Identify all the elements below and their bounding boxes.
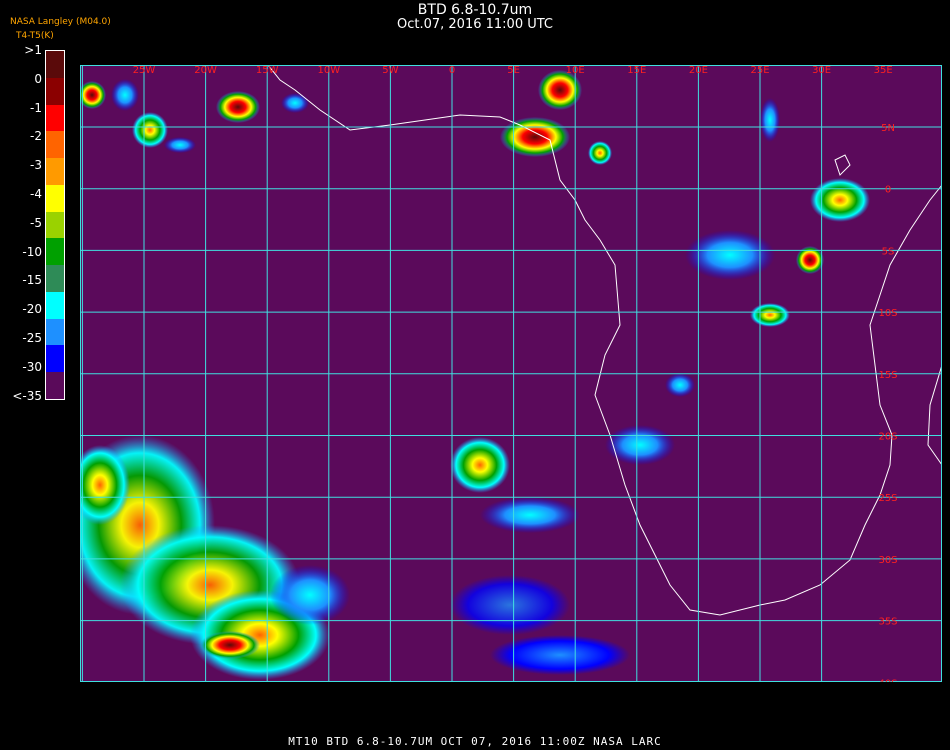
longitude-label: 10W (317, 65, 340, 76)
color-scale-swatch (46, 184, 64, 212)
latitude-label: 40S (878, 678, 897, 682)
units-label: T4-T5(K) (16, 31, 54, 41)
latitude-label: 0 (885, 185, 891, 196)
color-scale-swatch (46, 211, 64, 239)
longitude-label: 5W (382, 65, 398, 76)
color-scale-label: -15 (22, 273, 42, 288)
color-scale-label: -2 (30, 129, 42, 144)
color-scale-label: -3 (30, 158, 42, 173)
longitude-label: 15E (627, 65, 646, 76)
color-scale-swatch (46, 104, 64, 132)
longitude-label: 35E (874, 65, 893, 76)
satellite-map: 25W 20W 15W 10W 5W 0 5E 10E 15E 20E 25E 30E 35E 5N 0 5S… (80, 65, 942, 682)
longitude-label: 10E (566, 65, 585, 76)
color-scale-swatch (46, 318, 64, 346)
color-scale-swatch (46, 291, 64, 319)
credit-label: NASA Langley (M04.0) (10, 17, 111, 27)
longitude-label: 5E (507, 65, 520, 76)
color-scale-label: -10 (22, 244, 42, 259)
latitude-label: 15S (878, 370, 897, 381)
color-scale-swatch (46, 345, 64, 373)
longitude-label: 20W (194, 65, 217, 76)
color-scale-swatch (46, 158, 64, 185)
latitude-label: 10S (878, 308, 897, 319)
color-scale-label: 0 (34, 71, 42, 86)
color-scale-swatch (46, 77, 64, 105)
longitude-label: 25E (750, 65, 769, 76)
color-scale-swatch (46, 372, 64, 399)
color-scale-label: -1 (30, 100, 42, 115)
longitude-label: 30E (812, 65, 831, 76)
color-scale-swatch (46, 131, 64, 159)
latitude-label: 5S (882, 246, 895, 257)
longitude-label: 0 (449, 65, 455, 76)
footer-caption: MT10 BTD 6.8-10.7UM OCT 07, 2016 11:00Z … (288, 735, 662, 748)
color-scale-swatch (46, 265, 64, 292)
latitude-label: 35S (878, 617, 897, 628)
latitude-label: 5N (881, 123, 895, 134)
longitude-label: 25W (133, 65, 156, 76)
color-scale-label: -20 (22, 302, 42, 317)
color-scale-label: -25 (22, 331, 42, 345)
color-scale-label: <-35 (12, 388, 42, 403)
color-scale-label: -5 (30, 215, 42, 230)
color-scale-label: >1 (24, 43, 42, 57)
map-subtitle: Oct.07, 2016 11:00 UTC (397, 17, 553, 32)
longitude-label: 15W (256, 65, 279, 76)
color-scale-swatch (46, 51, 64, 78)
latitude-label: 20S (878, 432, 897, 443)
color-scale-label: -4 (30, 187, 42, 201)
longitude-label: 20E (689, 65, 708, 76)
color-scale-label: -30 (22, 359, 42, 374)
color-scale-bar (45, 50, 65, 400)
map-title: BTD 6.8-10.7um (417, 2, 533, 18)
latitude-label: 25S (878, 493, 897, 504)
latitude-label: 30S (878, 555, 897, 566)
color-scale-swatch (46, 238, 64, 266)
